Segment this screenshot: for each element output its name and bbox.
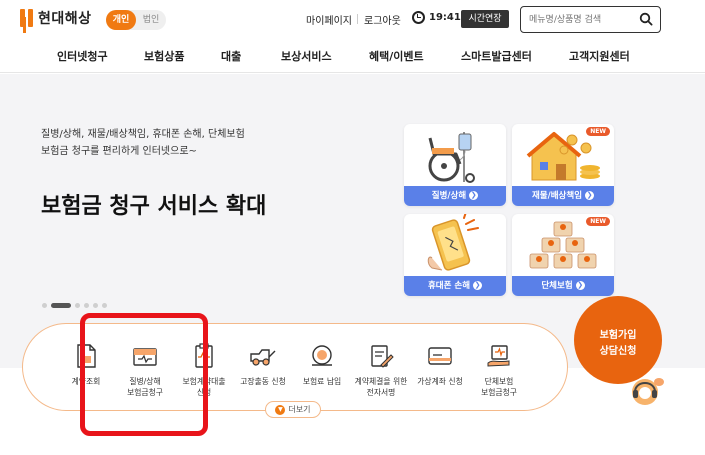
search-icon[interactable] bbox=[639, 12, 653, 26]
carousel-dot[interactable] bbox=[84, 303, 89, 308]
bank-card-icon bbox=[428, 347, 452, 365]
arrow-right-icon: ❯ bbox=[473, 281, 483, 290]
nav-customer-support[interactable]: 고객지원센터 bbox=[569, 48, 630, 64]
service-label: 질병/상해 보험금청구 bbox=[127, 377, 163, 397]
hero-subtitle: 질병/상해, 재물/배상책임, 휴대폰 손해, 단체보험 보험금 청구를 편리하… bbox=[41, 126, 301, 160]
nav-internet-claim[interactable]: 인터넷청구 bbox=[57, 48, 108, 64]
card-label: 단체보험 ❯ bbox=[512, 276, 614, 296]
carousel-dot-active[interactable] bbox=[51, 303, 71, 308]
service-label: 가상계좌 신청 bbox=[417, 377, 463, 386]
clock-icon bbox=[412, 11, 425, 24]
nav-compensation[interactable]: 보상서비스 bbox=[281, 48, 332, 64]
consult-line-1: 보험가입 bbox=[599, 330, 637, 341]
logo[interactable]: 현대해상 bbox=[20, 8, 92, 28]
carousel-dot[interactable] bbox=[102, 303, 107, 308]
service-label: 계약체결을 위한 전자서명 bbox=[354, 377, 408, 397]
card-group-insurance[interactable]: NEW 단체보험 ❯ bbox=[512, 214, 614, 296]
chevron-down-icon: ▼ bbox=[275, 404, 286, 415]
hyundai-logo-icon bbox=[20, 9, 34, 27]
service-group-claim[interactable]: 단체보험 보험금청구 bbox=[469, 324, 529, 412]
hand-document-icon bbox=[487, 345, 510, 367]
headset-icon bbox=[632, 378, 664, 405]
customer-type-toggle: 개인 법인 bbox=[106, 10, 166, 30]
divider bbox=[357, 14, 358, 24]
coin-payment-icon bbox=[312, 345, 332, 366]
carousel-dot[interactable] bbox=[93, 303, 98, 308]
service-e-signature[interactable]: 계약체결을 위한 전자서명 bbox=[351, 324, 411, 412]
arrow-right-icon: ❯ bbox=[575, 281, 585, 290]
hero-subtitle-line-1: 질병/상해, 재물/배상책임, 휴대폰 손해, 단체보험 bbox=[41, 129, 245, 140]
nav-benefits-events[interactable]: 혜택/이벤트 bbox=[369, 48, 424, 64]
carousel-dots bbox=[42, 303, 107, 308]
carousel-dot[interactable] bbox=[42, 303, 47, 308]
card-label: 재물/배상책임 ❯ bbox=[512, 186, 614, 206]
card-label: 휴대폰 손해 ❯ bbox=[404, 276, 506, 296]
top-bar: 현대해상 개인 법인 마이페이지 로그아웃 19:41 시간연장 bbox=[0, 0, 705, 38]
service-contract-inquiry[interactable]: 계약조회 bbox=[56, 324, 116, 412]
logout-link[interactable]: 로그아웃 bbox=[364, 12, 401, 27]
carousel-dot[interactable] bbox=[75, 303, 80, 308]
service-premium-payment[interactable]: 보험료 납입 bbox=[292, 324, 352, 412]
tow-truck-icon bbox=[250, 349, 276, 366]
search-input[interactable] bbox=[529, 12, 639, 27]
hero-title: 보험금 청구 서비스 확대 bbox=[41, 194, 267, 219]
insurance-consult-button[interactable]: 보험가입 상담신청 bbox=[574, 296, 662, 384]
signature-icon bbox=[371, 345, 394, 368]
consult-line-2: 상담신청 bbox=[599, 346, 637, 357]
card-property-liability[interactable]: NEW 재물/배상책임 ❯ bbox=[512, 124, 614, 206]
toggle-personal[interactable]: 개인 bbox=[106, 10, 136, 30]
service-virtual-account[interactable]: 가상계좌 신청 bbox=[410, 324, 470, 412]
quick-services-bar: 계약조회 질병/상해 보험금청구 보험계약대출 신청 고장출동 신청 보험료 납… bbox=[22, 323, 568, 411]
service-label: 보험계약대출 신청 bbox=[182, 377, 226, 397]
page: 현대해상 개인 법인 마이페이지 로그아웃 19:41 시간연장 인터넷청구 보… bbox=[0, 0, 705, 455]
card-label: 질병/상해 ❯ bbox=[404, 186, 506, 206]
broken-phone-icon bbox=[427, 214, 479, 271]
arrow-right-icon: ❯ bbox=[585, 191, 595, 200]
card-disease-injury[interactable]: 질병/상해 ❯ bbox=[404, 124, 506, 206]
service-label: 보험료 납입 bbox=[302, 377, 342, 386]
service-label: 고장출동 신청 bbox=[240, 377, 286, 386]
new-badge: NEW bbox=[586, 127, 610, 136]
arrow-right-icon: ❯ bbox=[469, 191, 479, 200]
hero-subtitle-line-2: 보험금 청구를 편리하게 인터넷으로~ bbox=[41, 146, 197, 157]
search-box bbox=[520, 6, 661, 33]
mypage-link[interactable]: 마이페이지 bbox=[306, 12, 352, 27]
main-nav: 인터넷청구 보험상품 대출 보상서비스 혜택/이벤트 스마트발급센터 고객지원센… bbox=[0, 38, 705, 73]
nav-loan[interactable]: 대출 bbox=[221, 48, 241, 64]
service-label: 단체보험 보험금청구 bbox=[481, 377, 517, 397]
card-phone-damage[interactable]: 휴대폰 손해 ❯ bbox=[404, 214, 506, 296]
toggle-corporate[interactable]: 법인 bbox=[136, 10, 166, 30]
medical-claim-icon bbox=[133, 348, 157, 366]
new-badge: NEW bbox=[586, 217, 610, 226]
wheelchair-icon bbox=[428, 132, 475, 183]
service-disease-claim[interactable]: 질병/상해 보험금청구 bbox=[115, 324, 175, 412]
extend-session-button[interactable]: 시간연장 bbox=[461, 10, 509, 28]
document-icon bbox=[77, 344, 96, 368]
service-roadside[interactable]: 고장출동 신청 bbox=[233, 324, 293, 412]
more-button[interactable]: ▼ 더보기 bbox=[265, 401, 321, 418]
service-label: 계약조회 bbox=[71, 377, 101, 386]
session-time: 19:41 bbox=[429, 12, 461, 23]
nav-smart-issue[interactable]: 스마트발급센터 bbox=[461, 48, 532, 64]
clipboard-pulse-icon bbox=[195, 343, 213, 368]
logo-text: 현대해상 bbox=[38, 11, 92, 27]
nav-insurance-products[interactable]: 보험상품 bbox=[144, 48, 184, 64]
service-policy-loan[interactable]: 보험계약대출 신청 bbox=[174, 324, 234, 412]
